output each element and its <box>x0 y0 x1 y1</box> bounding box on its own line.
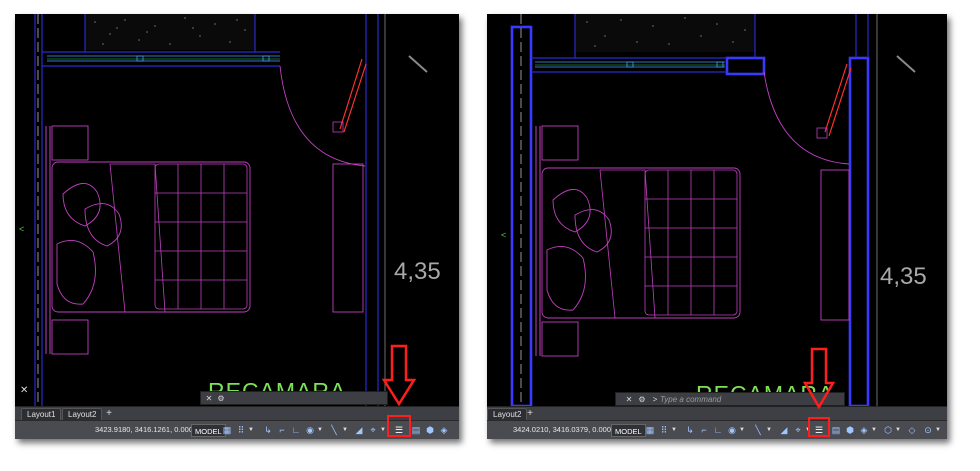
polar-icon[interactable]: ⌐ <box>699 425 709 436</box>
wrench-icon[interactable]: ⚙ <box>216 393 226 405</box>
annotation-icon[interactable]: ⌖ <box>793 425 803 436</box>
pillows <box>546 189 612 311</box>
add-layout-button[interactable]: + <box>524 408 536 420</box>
isolate-icon[interactable]: ⬢ <box>425 425 435 436</box>
chevron-down-icon[interactable]: ▼ <box>766 425 772 436</box>
window <box>535 61 725 68</box>
wrench-icon[interactable]: ⚙ <box>637 394 647 406</box>
close-icon[interactable]: ✕ <box>20 385 28 396</box>
chevron-down-icon[interactable]: ▼ <box>871 425 877 436</box>
status-bar: 3424.0210, 3416.0379, 0.0000 MODEL ▦ ⠿ ▼… <box>487 420 947 439</box>
blanket-fold <box>599 169 656 319</box>
model-button[interactable]: MODEL <box>611 424 646 437</box>
door-swing <box>279 65 366 167</box>
snap-icon[interactable]: ⠿ <box>236 425 246 436</box>
wardrobe <box>332 163 364 313</box>
chevron-down-icon[interactable]: ▼ <box>671 425 677 436</box>
ucs-left-marker: < <box>501 230 506 240</box>
highlight-box <box>387 415 411 437</box>
chevron-down-icon[interactable]: ▼ <box>739 425 745 436</box>
command-input[interactable]: Type a command <box>660 394 721 406</box>
prompt-icon: > <box>652 395 658 404</box>
isolate-icon[interactable]: ⬢ <box>845 425 855 436</box>
transparency-icon[interactable]: ◢ <box>779 425 789 436</box>
selection-cycling-icon[interactable]: ╲ <box>329 425 339 436</box>
otrack-icon[interactable]: ◉ <box>727 425 737 436</box>
ucs-left-marker: < <box>19 224 24 234</box>
arrow-down-icon <box>382 344 416 406</box>
highlight-box <box>808 417 830 437</box>
workspace-icon[interactable]: ▤ <box>831 425 841 436</box>
command-line[interactable]: ✕ ⚙ <box>200 391 388 405</box>
grid-icon[interactable]: ▦ <box>222 425 232 436</box>
pillows <box>56 183 122 305</box>
layout-tabbar: Layout2 + <box>487 406 947 420</box>
tab-layout2[interactable]: Layout2 <box>487 408 528 420</box>
nightstand-bottom <box>51 319 89 355</box>
ortho-icon[interactable]: ↳ <box>685 425 695 436</box>
close-command-icon[interactable]: ✕ <box>624 394 634 406</box>
otrack-icon[interactable]: ◉ <box>305 425 315 436</box>
fullscreen-icon[interactable]: ◇ <box>907 425 917 436</box>
bed-frame <box>541 167 741 319</box>
osnap-icon[interactable]: ∟ <box>291 425 301 436</box>
coordinate-readout: 3423.9180, 3416.1261, 0.0000 <box>95 425 198 434</box>
arrow-down-icon <box>803 347 835 409</box>
annotation-icon[interactable]: ⌖ <box>368 425 378 436</box>
door-swing <box>763 71 850 165</box>
tab-layout2[interactable]: Layout2 <box>62 408 103 420</box>
bed-frame <box>51 161 251 313</box>
exterior-hatch <box>575 14 755 52</box>
nightstand-top <box>51 125 89 161</box>
duvet-grid <box>644 169 738 316</box>
chevron-down-icon[interactable]: ▼ <box>380 425 386 436</box>
hardware-acceleration-icon[interactable]: ◈ <box>859 425 869 436</box>
chevron-down-icon[interactable]: ▼ <box>248 425 254 436</box>
duvet-grid <box>154 163 248 310</box>
walls <box>34 14 379 406</box>
drawing-canvas[interactable]: < <box>487 14 947 406</box>
menu-icon[interactable]: ⊙ <box>923 425 933 436</box>
nightstand-bottom <box>541 321 579 357</box>
blanket-fold <box>109 163 166 313</box>
ortho-icon[interactable]: ↳ <box>263 425 273 436</box>
add-layout-button[interactable]: + <box>103 408 115 420</box>
hardware-acceleration-icon[interactable]: ◈ <box>439 425 449 436</box>
window <box>47 55 280 62</box>
transparency-icon[interactable]: ◢ <box>354 425 364 436</box>
dimension-text: 4,35 <box>880 263 927 290</box>
snap-icon[interactable]: ⠿ <box>659 425 669 436</box>
nightstand-top <box>541 125 579 161</box>
workspace-icon[interactable]: ▤ <box>411 425 421 436</box>
grid-icon[interactable]: ▦ <box>645 425 655 436</box>
close-command-icon[interactable]: ✕ <box>204 393 214 405</box>
coordinate-readout: 3424.0210, 3416.0379, 0.0000 <box>513 425 616 434</box>
chevron-down-icon[interactable]: ▼ <box>935 425 941 436</box>
model-button[interactable]: MODEL <box>191 424 226 437</box>
screenshot-before: < 4,35 RECAMARA ✕ ✕ ⚙ Layout1 Layout2 + … <box>15 14 459 439</box>
dimension-tick <box>408 55 428 73</box>
dimension-text: 4,35 <box>394 258 441 285</box>
polar-icon[interactable]: ⌐ <box>277 425 287 436</box>
osnap-icon[interactable]: ∟ <box>713 425 723 436</box>
door-leaf <box>339 58 363 130</box>
dimension-tick <box>896 55 916 73</box>
chevron-down-icon[interactable]: ▼ <box>895 425 901 436</box>
customize-icon[interactable]: ⬡ <box>883 425 893 436</box>
selection-cycling-icon[interactable]: ╲ <box>753 425 763 436</box>
chevron-down-icon[interactable]: ▼ <box>342 425 348 436</box>
door-leaf <box>824 63 848 133</box>
wardrobe <box>820 169 850 321</box>
screenshot-after: < 4,35 RECAMARA ✕ ⚙ > Type a command Lay… <box>487 14 947 439</box>
tab-layout1[interactable]: Layout1 <box>21 408 62 420</box>
chevron-down-icon[interactable]: ▼ <box>317 425 323 436</box>
